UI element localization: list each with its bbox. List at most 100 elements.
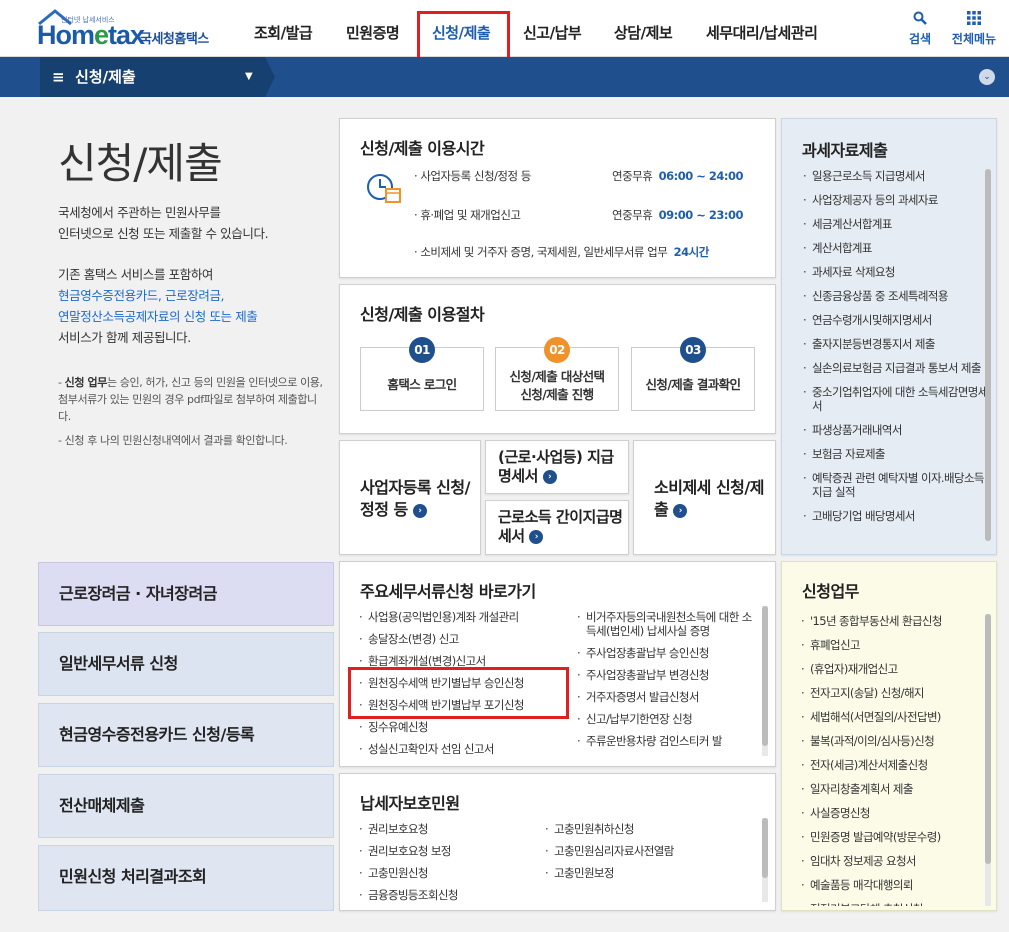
list-item[interactable]: 권리보호요청 보정	[358, 844, 548, 858]
note-2: - 신청 후 나의 민원신청내역에서 결과를 확인합니다.	[58, 434, 288, 447]
nav-inquiry[interactable]: 조회/발급	[254, 22, 313, 43]
list-item[interactable]: 고충민원신청	[358, 866, 548, 880]
list-item[interactable]: 주사업장총괄납부 변경신청	[576, 668, 756, 682]
list-item[interactable]: 세법해석(서면질의/사전답변)	[800, 710, 986, 724]
major-docs-list-right: 비거주자등의국내원천소득에 대한 소득세(법인세) 납세사실 증명주사업장총괄납…	[576, 610, 756, 756]
section-title: 신청/제출	[75, 68, 136, 86]
earned-income-incentive-button[interactable]: 근로장려금 · 자녀장려금	[38, 562, 334, 626]
list-item[interactable]: 사업용(공익법인용)계좌 개설관리	[358, 610, 573, 624]
list-item[interactable]: (휴업자)재개업신고	[800, 662, 986, 676]
tax-data-panel: 과세자료제출 일용근로소득 지급명세서사업장제공자 등의 과세자료세금계산서합계…	[781, 118, 997, 555]
chevron-down-icon[interactable]: ⌄	[979, 69, 995, 85]
hometax-logo[interactable]: 인터넷 납세서비스 Hometax 국세청홈택스	[37, 9, 247, 49]
list-item[interactable]: 고충민원심리자료사전열람	[544, 844, 744, 858]
nav-consult[interactable]: 상담/제보	[614, 22, 673, 43]
section-bar: ≡ 신청/제출 ▼ ⌄	[0, 57, 1009, 97]
list-item[interactable]: 일용근로소득 지급명세서	[802, 169, 990, 183]
list-item[interactable]: 실손의료보험금 지급결과 통보서 제출	[802, 361, 990, 375]
list-item[interactable]: 예술품등 매각대행의뢰	[800, 878, 986, 892]
note-1: - 신청 업무는 승인, 허가, 신고 등의 민원을 인터넷으로 이용, 첨부서…	[58, 376, 323, 423]
hours-row-1-value: 연중무휴 06:00 ~ 24:00	[612, 169, 744, 183]
arrow-right-icon: ›	[542, 469, 557, 484]
biz-register-button[interactable]: 사업자등록 신청/정정 등 ›	[339, 440, 481, 555]
clock-calendar-icon	[367, 174, 401, 203]
major-docs-panel: 주요세무서류신청 바로가기 사업용(공익법인용)계좌 개설관리송달장소(변경) …	[339, 561, 776, 767]
list-item[interactable]: 권리보호요청	[358, 822, 548, 836]
grid-menu-icon	[948, 10, 1000, 30]
list-item[interactable]: 예탁증권 관련 예탁자별 이자.배당소득 지급 실적	[802, 471, 990, 499]
list-item[interactable]: 비거주자등의국내원천소득에 대한 소득세(법인세) 납세사실 증명	[576, 610, 756, 638]
hours-row-1: · 사업자등록 신청/정정 등	[414, 169, 531, 183]
scrollbar[interactable]	[762, 606, 768, 756]
hours-title: 신청/제출 이용시간	[360, 139, 485, 158]
list-item[interactable]: '15년 종합부동산세 환급신청	[800, 614, 986, 628]
list-item[interactable]: 거주자증명서 발급신청서	[576, 690, 756, 704]
list-item[interactable]: 주사업장총괄납부 승인신청	[576, 646, 756, 660]
cash-receipt-card-button[interactable]: 현금영수증전용카드 신청/등록	[38, 703, 334, 767]
major-docs-title: 주요세무서류신청 바로가기	[360, 582, 536, 601]
procedure-panel: 신청/제출 이용절차 01 홈택스 로그인 02 신청/제출 대상선택 신청/제…	[339, 284, 776, 434]
search-button[interactable]: 검색	[898, 10, 942, 47]
list-item[interactable]: 휴폐업신고	[800, 638, 986, 652]
application-result-button[interactable]: 민원신청 처리결과조회	[38, 845, 334, 911]
list-item[interactable]: 성실신고확인자 선임 신고서	[358, 742, 573, 756]
all-menu-button[interactable]: 전체메뉴	[948, 10, 1000, 47]
list-item[interactable]: 일자리창출계획서 제출	[800, 782, 986, 796]
scrollbar[interactable]	[985, 614, 991, 906]
list-item[interactable]: 사실증명신청	[800, 806, 986, 820]
list-item[interactable]: 출자지분등변경통지서 제출	[802, 337, 990, 351]
list-item[interactable]: 민원증명 발급예약(방문수령)	[800, 830, 986, 844]
electronic-media-submit-button[interactable]: 전산매체제출	[38, 774, 334, 838]
list-item[interactable]: 보험금 자료제출	[802, 447, 990, 461]
list-item[interactable]: 임대차 정보제공 요청서	[800, 854, 986, 868]
list-item[interactable]: 계산서합계표	[802, 241, 990, 255]
intro-blue-line-1: 현금영수증전용카드, 근로장려금,	[58, 288, 225, 303]
list-item[interactable]: 사업장제공자 등의 과세자료	[802, 193, 990, 207]
list-item[interactable]: 연금수령개시및해지명세서	[802, 313, 990, 327]
general-tax-docs-button[interactable]: 일반세무서류 신청	[38, 632, 334, 696]
list-item[interactable]: 불복(과적/이의/심사등)신청	[800, 734, 986, 748]
apply-work-list: '15년 종합부동산세 환급신청휴폐업신고 (휴업자)재개업신고전자고지(송달) …	[800, 614, 986, 906]
section-dropdown[interactable]: ≡ 신청/제출	[40, 57, 275, 97]
nav-certificate[interactable]: 민원증명	[346, 22, 400, 43]
intro-line-4: 서비스가 함께 제공됩니다.	[58, 330, 191, 345]
list-item[interactable]: 금융증빙등조회신청	[358, 888, 548, 902]
list-item[interactable]: 고충민원취하신청	[544, 822, 744, 836]
list-item[interactable]: 고배당기업 배당명세서	[802, 509, 990, 523]
tax-data-title: 과세자료제출	[802, 141, 888, 160]
list-item[interactable]: 전자고지(송달) 신청/해지	[800, 686, 986, 700]
earned-income-statement-button[interactable]: (근로·사업등) 지급명세서 ›	[485, 440, 629, 494]
list-item[interactable]: 전적기부고단체 추천신청	[800, 902, 986, 906]
simple-statement-button[interactable]: 근로소득 간이지급명세서 ›	[485, 500, 629, 555]
list-item[interactable]: 고충민원보정	[544, 866, 744, 880]
procedure-title: 신청/제출 이용절차	[360, 305, 485, 324]
nav-tax-agent[interactable]: 세무대리/납세관리	[706, 22, 818, 43]
intro-blue-line-2: 연말정산소득공제자료의 신청 또는 제출	[58, 309, 258, 324]
list-item[interactable]: 신종금융상품 중 조세특례적용	[802, 289, 990, 303]
logo-korean-name: 국세청홈택스	[140, 32, 209, 47]
step-select: 02 신청/제출 대상선택 신청/제출 진행	[495, 337, 619, 411]
step-number: 03	[680, 337, 706, 363]
dropdown-caret-icon[interactable]: ▼	[245, 57, 253, 97]
taxpayer-protection-panel: 납세자보호민원 권리보호요청권리보호요청 보정고충민원신청금융증빙등조회신청 고…	[339, 773, 776, 911]
list-item[interactable]: 환급계좌개설(변경)신고서	[358, 654, 573, 668]
list-item[interactable]: 송달장소(변경) 신고	[358, 632, 573, 646]
scrollbar[interactable]	[985, 169, 991, 541]
list-item[interactable]: 징수유예신청	[358, 720, 573, 734]
list-item[interactable]: 신고/납부기한연장 신청	[576, 712, 756, 726]
list-item[interactable]: 주류운반용차량 검인스티커 발	[576, 734, 756, 748]
intro-line-2: 인터넷으로 신청 또는 제출할 수 있습니다.	[58, 226, 269, 241]
list-item[interactable]: 전자(세금)계산서제출신청	[800, 758, 986, 772]
logo-wordmark: Hometax	[37, 20, 145, 50]
list-item[interactable]: 과세자료 삭제요청	[802, 265, 990, 279]
list-item[interactable]: 중소기업취업자에 대한 소득세감면명세서	[802, 385, 990, 413]
protection-list-right: 고충민원취하신청고충민원심리자료사전열람고충민원보정	[544, 822, 744, 888]
list-item[interactable]: 세금계산서합계표	[802, 217, 990, 231]
arrow-right-icon: ›	[673, 503, 688, 518]
top-header: 인터넷 납세서비스 Hometax 국세청홈택스 조회/발급 민원증명 신청/제…	[0, 0, 1009, 66]
consumption-tax-button[interactable]: 소비제세 신청/제출 ›	[633, 440, 776, 555]
scrollbar[interactable]	[762, 818, 768, 902]
list-item[interactable]: 파생상품거래내역서	[802, 423, 990, 437]
nav-report-pay[interactable]: 신고/납부	[523, 22, 582, 43]
hours-panel: 신청/제출 이용시간 · 사업자등록 신청/정정 등 연중무휴 06:00 ~ …	[339, 118, 776, 278]
